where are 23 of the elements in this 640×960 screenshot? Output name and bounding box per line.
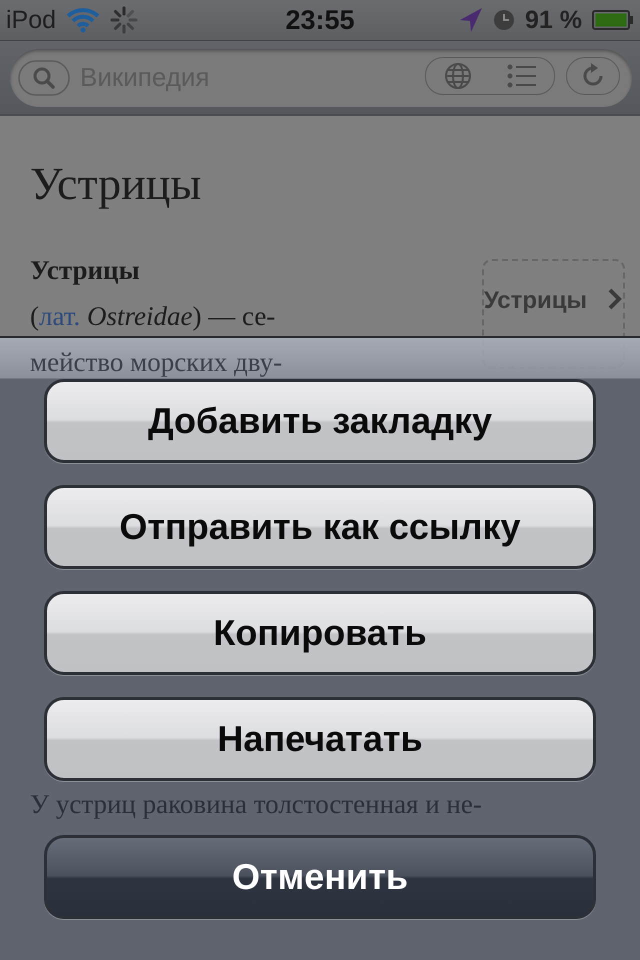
action-button[interactable]: Напечатать bbox=[44, 697, 596, 781]
action-button[interactable]: Копировать bbox=[44, 591, 596, 675]
action-button[interactable]: Добавить закладку bbox=[44, 379, 596, 463]
action-button[interactable]: Отправить как ссылку bbox=[44, 485, 596, 569]
list-icon[interactable] bbox=[507, 63, 537, 89]
search-icon bbox=[18, 60, 70, 96]
battery-icon bbox=[592, 10, 634, 30]
reload-button[interactable] bbox=[566, 57, 620, 95]
carrier-name: iPod bbox=[6, 6, 56, 34]
battery-percent: 91 % bbox=[525, 6, 582, 34]
clock-icon bbox=[493, 9, 516, 31]
action-button[interactable]: Отменить bbox=[44, 835, 596, 919]
clock-time: 23:55 bbox=[285, 4, 355, 36]
wifi-icon bbox=[66, 7, 100, 33]
article-text: (лат. Ostreidae) — се- bbox=[30, 300, 276, 333]
article-title: Устрицы bbox=[30, 157, 202, 211]
chevron-icon bbox=[607, 287, 624, 311]
article-text: У устриц раковина толстостенная и не- bbox=[30, 788, 482, 821]
lead-term: Устрицы bbox=[30, 254, 141, 287]
globe-icon[interactable] bbox=[443, 61, 473, 91]
activity-spinner-icon bbox=[110, 6, 138, 34]
article-text: мейство морских дву- bbox=[30, 346, 284, 379]
location-arrow-icon bbox=[459, 7, 484, 33]
